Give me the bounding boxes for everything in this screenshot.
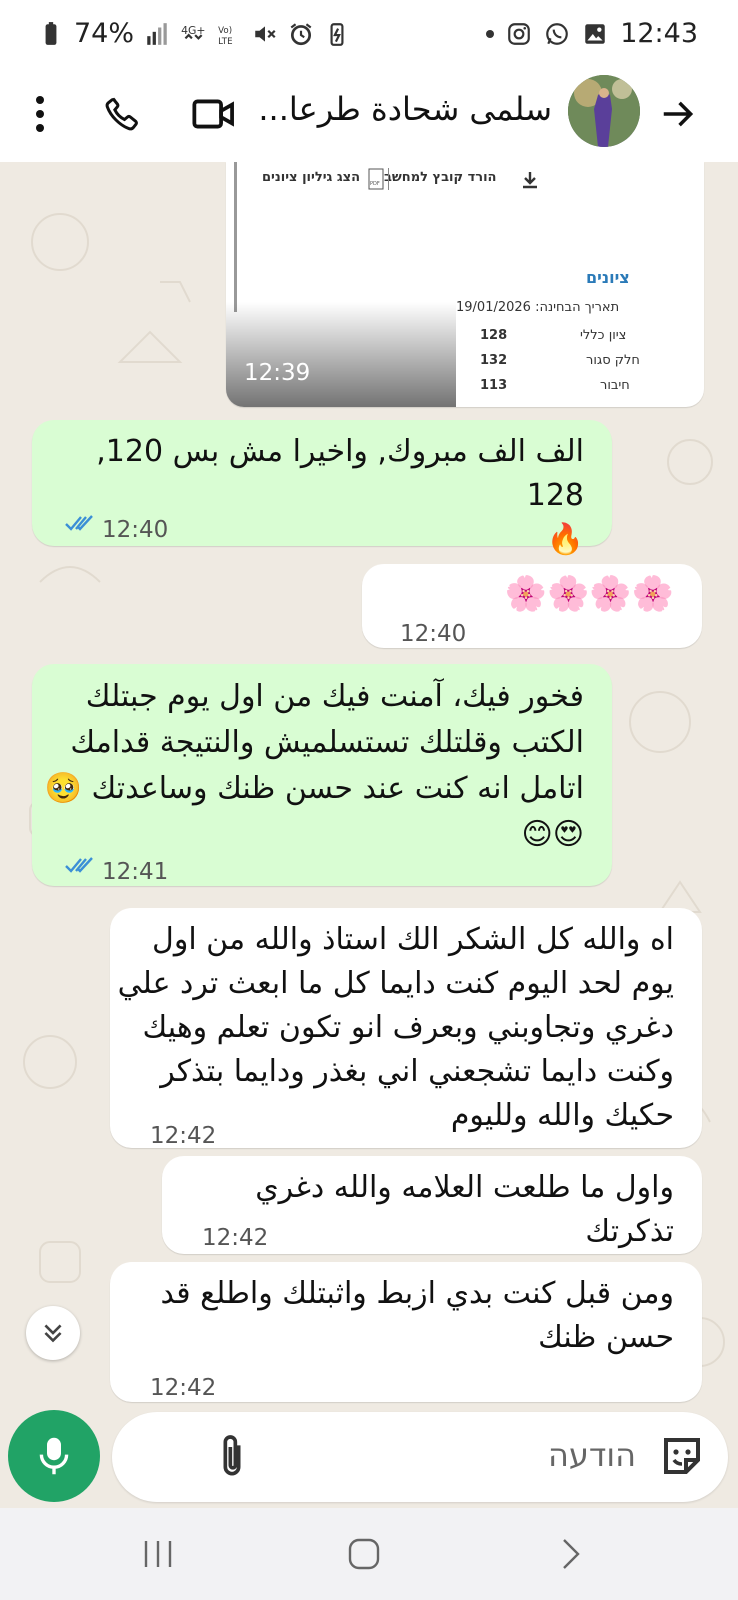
grades-section-title: ציונים bbox=[586, 268, 630, 287]
outgoing-message[interactable]: فخور فيك، آمنت فيك من اول يوم جبتلك الكت… bbox=[32, 664, 612, 886]
video-call-icon bbox=[192, 99, 234, 129]
battery-saver-icon bbox=[330, 22, 344, 46]
message-text: 🌸🌸🌸🌸 bbox=[504, 574, 674, 614]
voice-call-button[interactable] bbox=[98, 90, 146, 138]
phone-icon bbox=[105, 97, 138, 131]
arrow-right-icon bbox=[663, 101, 694, 127]
gallery-icon bbox=[585, 23, 605, 44]
message-text: ومن قبل كنت بدي ازبط واثبتلك واطلع قد حس… bbox=[160, 1276, 674, 1355]
message-text: فخور فيك، آمنت فيك من اول يوم جبتلك الكت… bbox=[44, 679, 584, 852]
avatar[interactable] bbox=[568, 75, 640, 147]
image-message[interactable]: הורד קובץ למחשב PDF הצג גיליון ציונים צי… bbox=[226, 162, 704, 407]
svg-text:4G+: 4G+ bbox=[181, 24, 205, 37]
scroll-to-bottom-button[interactable] bbox=[26, 1306, 80, 1360]
view-grades-label: הצג גיליון ציונים bbox=[262, 170, 361, 185]
grade-row-label: חלק סגור bbox=[586, 353, 640, 368]
read-receipt-icon bbox=[65, 515, 93, 531]
incoming-message[interactable]: 🌸🌸🌸🌸 12:40 bbox=[362, 564, 702, 648]
grade-row-value: 132 bbox=[480, 353, 508, 368]
home-icon bbox=[348, 1538, 380, 1570]
voice-record-button[interactable] bbox=[8, 1410, 100, 1502]
grade-row-value: 113 bbox=[480, 378, 508, 393]
svg-text:PDF: PDF bbox=[370, 181, 380, 187]
message-time: 12:42 bbox=[202, 1225, 269, 1251]
signal-icon bbox=[147, 22, 167, 45]
chat-area[interactable]: הורד קובץ למחשב PDF הצג גיליון ציונים צי… bbox=[0, 162, 738, 1410]
exam-date: תאריך הבחינה: 19/01/2026 bbox=[456, 300, 620, 315]
download-icon bbox=[523, 172, 537, 189]
grade-row-label: ציון כללי bbox=[580, 328, 627, 343]
message-time: 12:42 bbox=[150, 1375, 217, 1401]
avatar-photo bbox=[568, 75, 640, 147]
message-time: 12:42 bbox=[150, 1123, 217, 1149]
double-chevron-down-icon bbox=[44, 1324, 62, 1343]
svg-text:Vo): Vo) bbox=[218, 25, 232, 35]
back-nav-button[interactable] bbox=[542, 1532, 602, 1576]
chevron-right-icon bbox=[563, 1539, 580, 1569]
svg-text:LTE: LTE bbox=[218, 36, 232, 46]
incoming-message[interactable]: واول ما طلعت العلامه والله دغري تذكرتك 1… bbox=[162, 1156, 702, 1254]
volte-icon: Vo)LTE bbox=[218, 25, 232, 46]
grade-row-value: 128 bbox=[480, 328, 508, 343]
menu-button[interactable] bbox=[16, 90, 64, 138]
message-composer: הודעה bbox=[0, 1410, 738, 1508]
incoming-message[interactable]: ومن قبل كنت بدي ازبط واثبتلك واطلع قد حس… bbox=[110, 1262, 702, 1402]
sticker-icon[interactable] bbox=[658, 1432, 706, 1480]
microphone-icon bbox=[39, 1437, 69, 1475]
chat-header: سلمى شحادة طرعا... bbox=[0, 68, 738, 163]
whatsapp-icon bbox=[546, 22, 569, 45]
status-bar: 74% 4G+ Vo) LTE 12:43 bbox=[0, 0, 738, 68]
network-4g-icon: 4G+ bbox=[181, 24, 205, 40]
pdf-icon: PDF bbox=[368, 168, 384, 190]
instagram-icon bbox=[508, 22, 531, 45]
clock: 12:43 bbox=[620, 18, 698, 49]
battery-icon bbox=[45, 21, 57, 45]
read-receipt-icon bbox=[65, 857, 93, 873]
battery-percent: 74% bbox=[74, 18, 135, 49]
message-text: اه والله كل الشكر الك استاذ والله من اول… bbox=[117, 922, 674, 1133]
message-time: 12:39 bbox=[244, 360, 311, 386]
outgoing-message[interactable]: الف الف مبروك, واخيرا مش بس 120, 128 🔥 1… bbox=[32, 420, 612, 557]
message-time: 12:40 bbox=[102, 517, 169, 543]
alarm-icon bbox=[290, 22, 312, 45]
grade-row-label: חיבור bbox=[600, 378, 630, 393]
mute-icon bbox=[255, 25, 276, 42]
video-call-button[interactable] bbox=[190, 90, 238, 138]
message-time: 12:40 bbox=[400, 621, 467, 647]
message-input-placeholder: הודעה bbox=[547, 1436, 636, 1474]
paperclip-icon[interactable] bbox=[212, 1432, 252, 1482]
download-file-label: הורד קובץ למחשב bbox=[384, 170, 497, 185]
divider bbox=[388, 168, 389, 190]
system-nav-bar bbox=[0, 1508, 738, 1600]
message-input[interactable]: הודעה bbox=[112, 1412, 728, 1502]
contact-name[interactable]: سلمى شحادة طرعا... bbox=[258, 90, 552, 128]
recent-apps-icon bbox=[144, 1541, 172, 1567]
message-time: 12:41 bbox=[102, 859, 169, 885]
recent-apps-button[interactable] bbox=[128, 1532, 188, 1576]
incoming-message[interactable]: اه والله كل الشكر الك استاذ والله من اول… bbox=[110, 908, 702, 1149]
home-button[interactable] bbox=[334, 1532, 394, 1576]
more-vertical-icon bbox=[36, 96, 44, 132]
image-shade bbox=[226, 302, 456, 407]
back-button[interactable] bbox=[654, 90, 702, 138]
notification-dot bbox=[486, 29, 495, 38]
